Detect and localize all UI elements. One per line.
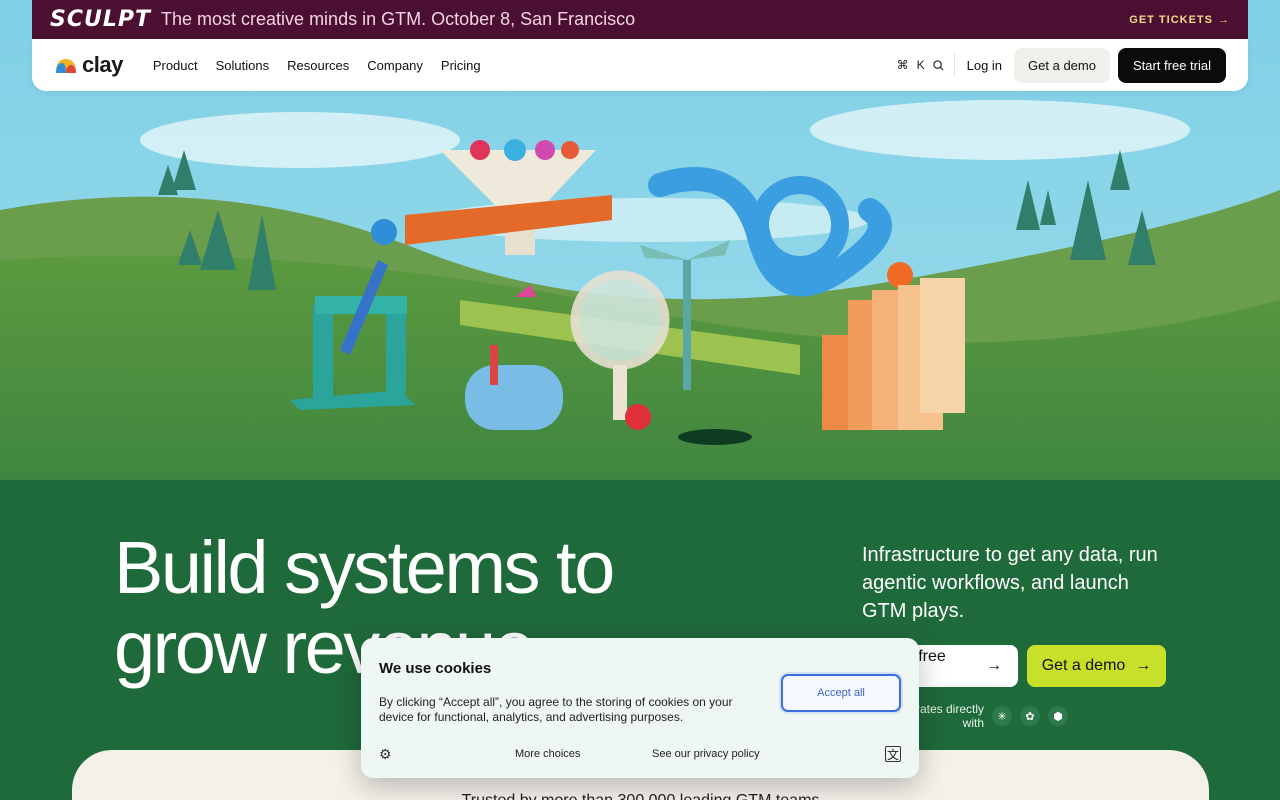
arrow-right-icon: →	[1135, 657, 1152, 674]
privacy-policy-link[interactable]: See our privacy policy	[652, 748, 760, 760]
menu-item-pricing[interactable]: Pricing	[441, 58, 481, 73]
cookie-body: By clicking “Accept all”, you agree to t…	[379, 695, 733, 724]
get-tickets-link[interactable]: GET TICKETS →	[1129, 14, 1230, 26]
nav-actions: ⌘ K Log in Get a demo Start free trial	[891, 47, 1226, 83]
brand-wordmark: clay	[82, 52, 123, 77]
menu-item-company[interactable]: Company	[367, 58, 423, 73]
get-demo-button[interactable]: Get a demo	[1014, 47, 1110, 83]
menu-item-resources[interactable]: Resources	[287, 58, 349, 73]
menu-item-product[interactable]: Product	[153, 58, 198, 73]
translate-icon[interactable]: 文	[885, 746, 901, 762]
openai-icon: ✿	[1020, 706, 1040, 726]
menu-item-solutions[interactable]: Solutions	[216, 58, 269, 73]
search-shortcut[interactable]: ⌘ K	[891, 53, 955, 77]
cube-icon: ⬢	[1048, 706, 1068, 726]
accept-all-button[interactable]: Accept all	[781, 674, 901, 712]
cookie-settings-icon[interactable]: ⚙	[379, 746, 392, 763]
cookie-footer: ⚙ More choices See our privacy policy 文	[379, 744, 901, 764]
main-menu: Product Solutions Resources Company Pric…	[153, 58, 481, 73]
announcement-bar: SCULPT The most creative minds in GTM. O…	[32, 0, 1248, 39]
arrow-right-icon: →	[1218, 13, 1230, 26]
more-choices-link[interactable]: More choices	[515, 748, 580, 760]
announcement-message: The most creative minds in GTM. October …	[161, 9, 636, 29]
hero-get-demo-label: Get a demo	[1041, 657, 1126, 674]
clay-logo-icon	[56, 59, 76, 73]
arrow-right-icon: →	[986, 657, 1002, 674]
hero-subcopy: Infrastructure to get any data, run agen…	[862, 544, 1158, 622]
cookie-banner: We use cookies By clicking “Accept all”,…	[361, 638, 919, 778]
get-tickets-label: GET TICKETS	[1129, 13, 1213, 26]
clay-logo[interactable]: clay	[54, 52, 123, 78]
sculpt-logo[interactable]: SCULPT	[50, 7, 151, 32]
command-key: ⌘	[896, 58, 909, 72]
hero-get-demo-button[interactable]: Get a demo →	[1027, 645, 1166, 687]
top-navigation: clay Product Solutions Resources Company…	[32, 39, 1248, 91]
k-key: K	[916, 58, 925, 72]
search-icon	[932, 59, 944, 71]
trusted-by-text: Trusted by more than 300,000 leading GTM…	[462, 792, 820, 800]
headline-line-1: Build systems to	[114, 526, 615, 609]
start-trial-button[interactable]: Start free trial	[1117, 47, 1226, 83]
login-link[interactable]: Log in	[963, 58, 1006, 73]
anthropic-icon: ✳	[992, 706, 1012, 726]
